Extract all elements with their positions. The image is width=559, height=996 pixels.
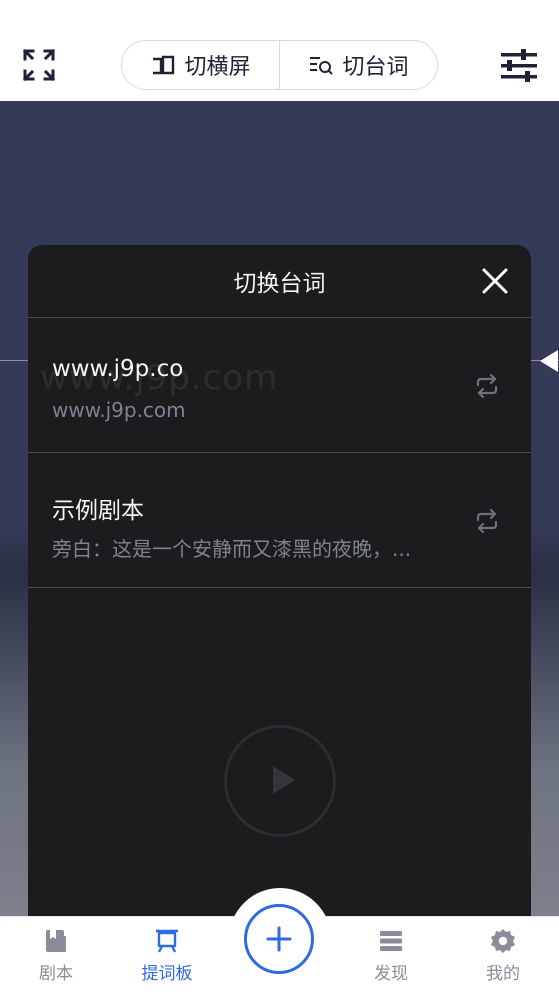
top-bar: 切横屏 切台词 [0, 0, 559, 101]
fullscreen-icon[interactable] [20, 46, 58, 84]
nav-item-prompter[interactable]: 提词板 [127, 927, 207, 984]
guide-arrow-icon [540, 350, 558, 372]
nav-label-profile: 我的 [486, 964, 520, 984]
play-icon [224, 725, 336, 837]
list-search-icon [310, 57, 334, 75]
close-icon[interactable] [481, 267, 509, 295]
profile-gear-icon [491, 929, 515, 953]
script-list-item[interactable]: 示例剧本 旁白：这是一个安静而又漆黑的夜晚，... [28, 453, 531, 588]
nav-label-prompter: 提词板 [141, 964, 193, 984]
script-title: www.j9p.co [52, 356, 184, 382]
nav-label-discover: 发现 [374, 964, 408, 984]
landscape-icon [153, 55, 175, 75]
switch-script-button[interactable]: 切台词 [279, 41, 437, 89]
script-title: 示例剧本 [52, 498, 144, 524]
discover-icon [380, 931, 402, 951]
nav-item-script[interactable]: 剧本 [16, 927, 96, 984]
nav-item-discover[interactable]: 发现 [351, 927, 431, 984]
switch-icon[interactable] [473, 507, 501, 535]
toggle-landscape-button[interactable]: 切横屏 [122, 41, 279, 89]
script-icon [46, 930, 66, 952]
panel-header: 切换台词 [28, 245, 531, 318]
mode-switch-group: 切横屏 切台词 [121, 40, 438, 90]
sliders-settings-icon[interactable] [499, 47, 539, 85]
nav-label-script: 剧本 [39, 964, 73, 984]
panel-title: 切换台词 [233, 271, 326, 297]
nav-item-profile[interactable]: 我的 [463, 927, 543, 984]
switch-script-label: 切台词 [342, 55, 409, 80]
switch-script-panel: 切换台词 www.j9p.com www.j9p.co www.j9p.com … [28, 245, 531, 945]
script-list-item[interactable]: www.j9p.com www.j9p.co www.j9p.com [28, 318, 531, 453]
switch-icon[interactable] [473, 372, 501, 400]
add-button[interactable] [244, 904, 314, 974]
plus-icon [266, 926, 292, 952]
script-subtitle: www.j9p.com [52, 398, 186, 422]
script-subtitle: 旁白：这是一个安静而又漆黑的夜晚，... [52, 537, 412, 561]
toggle-landscape-label: 切横屏 [184, 55, 251, 80]
prompter-icon [156, 929, 178, 953]
